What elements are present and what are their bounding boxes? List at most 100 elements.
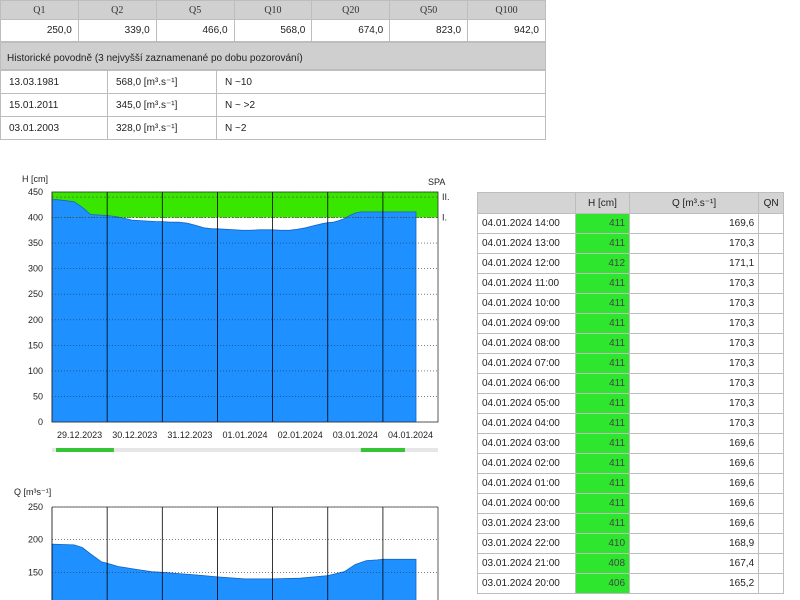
- row-level: 411: [574, 513, 631, 534]
- q1-header: Q1: [0, 0, 79, 20]
- y-tick-label: 50: [33, 391, 43, 401]
- q2-value: 339,0: [77, 19, 157, 42]
- row-discharge: 170,3: [629, 373, 760, 394]
- table-row: 04.01.2024 10:00 411 170,3: [477, 293, 784, 314]
- row-discharge: 170,3: [629, 273, 760, 294]
- row-level: 411: [574, 393, 631, 414]
- row-level: 411: [574, 233, 631, 254]
- spa-level-label: II.: [442, 192, 450, 202]
- row-discharge: 168,9: [629, 533, 760, 554]
- table-row: 03.01.2003 328,0 [m³.s⁻¹] N ~2: [0, 116, 546, 140]
- flood-date: 13.03.1981: [0, 70, 108, 94]
- row-qn: [758, 213, 784, 234]
- row-datetime: 04.01.2024 06:00: [477, 373, 576, 394]
- y-axis-label: Q [m³s⁻¹]: [14, 487, 51, 497]
- row-discharge: 169,6: [629, 213, 760, 234]
- row-datetime: 03.01.2024 21:00: [477, 553, 576, 574]
- row-datetime: 04.01.2024 07:00: [477, 353, 576, 374]
- row-level: 411: [574, 433, 631, 454]
- discharge-values-row: 250,0 339,0 466,0 568,0 674,0 823,0 942,…: [0, 19, 546, 42]
- table-row: 04.01.2024 12:00 412 171,1: [477, 253, 784, 274]
- table-row: 04.01.2024 01:00 411 169,6: [477, 473, 784, 494]
- row-datetime: 04.01.2024 02:00: [477, 453, 576, 474]
- q100-header: Q100: [467, 0, 546, 20]
- row-datetime: 04.01.2024 01:00: [477, 473, 576, 494]
- spa-label: SPA: [428, 177, 445, 187]
- y-tick-label: 350: [28, 238, 43, 248]
- y-tick-label: 400: [28, 213, 43, 223]
- row-qn: [758, 293, 784, 314]
- datetime-header: [477, 192, 576, 214]
- y-tick-label: 100: [28, 366, 43, 376]
- q20-header: Q20: [311, 0, 391, 20]
- table-row: 04.01.2024 03:00 411 169,6: [477, 433, 784, 454]
- table-row: 04.01.2024 08:00 411 170,3: [477, 333, 784, 354]
- row-discharge: 171,1: [629, 253, 760, 274]
- row-level: 406: [574, 573, 631, 594]
- row-discharge: 169,6: [629, 493, 760, 514]
- hourly-rows: 04.01.2024 14:00 411 169,6 04.01.2024 13:00…: [477, 213, 784, 594]
- row-discharge: 170,3: [629, 313, 760, 334]
- row-qn: [758, 573, 784, 594]
- row-datetime: 04.01.2024 00:00: [477, 493, 576, 514]
- q100-value: 942,0: [467, 19, 546, 42]
- row-level: 411: [574, 213, 631, 234]
- row-datetime: 03.01.2024 23:00: [477, 513, 576, 534]
- row-qn: [758, 513, 784, 534]
- y-axis-label: H [cm]: [22, 174, 48, 184]
- hourly-header-row: H [cm] Q [m³.s⁻¹] QN: [477, 192, 784, 214]
- y-tick-label: 300: [28, 264, 43, 274]
- q50-value: 823,0: [389, 19, 469, 42]
- row-datetime: 04.01.2024 04:00: [477, 413, 576, 434]
- row-datetime: 04.01.2024 10:00: [477, 293, 576, 314]
- row-datetime: 04.01.2024 09:00: [477, 313, 576, 334]
- qn-header: QN: [758, 192, 784, 214]
- row-discharge: 170,3: [629, 393, 760, 414]
- x-tick-label: 29.12.2023: [57, 430, 102, 440]
- table-row: 03.01.2024 23:00 411 169,6: [477, 513, 784, 534]
- q2-header: Q2: [77, 0, 157, 20]
- flood-value: 345,0 [m³.s⁻¹]: [107, 93, 217, 117]
- historical-floods-title: Historické povodně (3 nejvyšší zaznamena…: [0, 42, 546, 70]
- flood-value: 568,0 [m³.s⁻¹]: [107, 70, 217, 94]
- flood-note: N ~ >2: [216, 93, 546, 117]
- y-tick-label: 150: [28, 340, 43, 350]
- table-row: 04.01.2024 06:00 411 170,3: [477, 373, 784, 394]
- row-discharge: 169,6: [629, 433, 760, 454]
- row-level: 411: [574, 353, 631, 374]
- q5-value: 466,0: [155, 19, 235, 42]
- row-datetime: 03.01.2024 20:00: [477, 573, 576, 594]
- flood-value: 328,0 [m³.s⁻¹]: [107, 116, 217, 140]
- q20-value: 674,0: [311, 19, 391, 42]
- row-level: 411: [574, 293, 631, 314]
- q10-value: 568,0: [233, 19, 313, 42]
- y-tick-label: 250: [28, 502, 43, 512]
- q50-header: Q50: [389, 0, 469, 20]
- y-tick-label: 0: [38, 417, 43, 427]
- row-qn: [758, 413, 784, 434]
- table-row: 04.01.2024 11:00 411 170,3: [477, 273, 784, 294]
- row-datetime: 04.01.2024 11:00: [477, 273, 576, 294]
- row-level: 410: [574, 533, 631, 554]
- table-row: 04.01.2024 02:00 411 169,6: [477, 453, 784, 474]
- table-row: 04.01.2024 05:00 411 170,3: [477, 393, 784, 414]
- row-datetime: 04.01.2024 03:00: [477, 433, 576, 454]
- row-discharge: 170,3: [629, 413, 760, 434]
- flood-date: 03.01.2003: [0, 116, 108, 140]
- table-row: 03.01.2024 20:00 406 165,2: [477, 573, 784, 594]
- x-tick-label: 30.12.2023: [112, 430, 157, 440]
- row-level: 411: [574, 313, 631, 334]
- table-row: 04.01.2024 07:00 411 170,3: [477, 353, 784, 374]
- table-row: 03.01.2024 22:00 410 168,9: [477, 533, 784, 554]
- row-level: 411: [574, 453, 631, 474]
- table-row: 04.01.2024 00:00 411 169,6: [477, 493, 784, 514]
- row-level: 411: [574, 493, 631, 514]
- row-qn: [758, 453, 784, 474]
- table-row: 03.01.2024 21:00 408 167,4: [477, 553, 784, 574]
- x-tick-label: 03.01.2024: [333, 430, 378, 440]
- x-tick-label: 02.01.2024: [278, 430, 323, 440]
- q5-header: Q5: [155, 0, 235, 20]
- discharge-header-row: Q1 Q2 Q5 Q10 Q20 Q50 Q100: [0, 0, 546, 20]
- x-tick-label: 04.01.2024: [388, 430, 433, 440]
- row-qn: [758, 533, 784, 554]
